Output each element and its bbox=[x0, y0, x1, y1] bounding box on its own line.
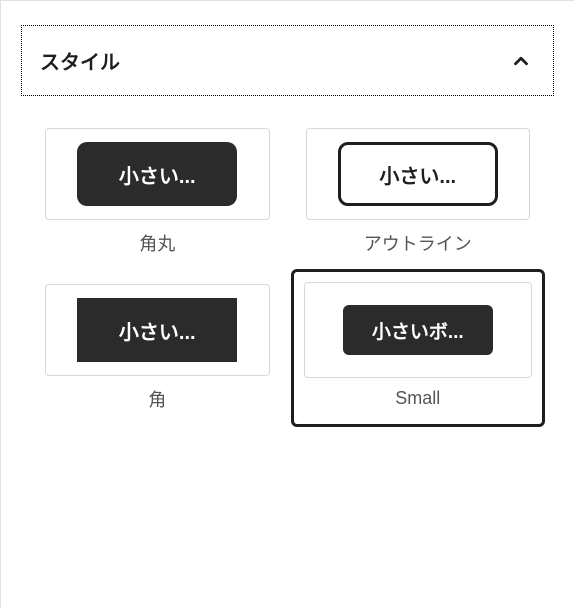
style-option-outline[interactable]: 小さい... アウトライン bbox=[302, 124, 535, 260]
style-options-grid: 小さい... 角丸 小さい... アウトライン 小さい... 角 小さいボ...… bbox=[1, 96, 574, 436]
chevron-up-icon bbox=[507, 47, 535, 75]
style-option-label: 角 bbox=[148, 386, 166, 412]
style-option-square[interactable]: 小さい... 角 bbox=[41, 280, 274, 416]
style-option-rounded[interactable]: 小さい... 角丸 bbox=[41, 124, 274, 260]
style-preview: 小さいボ... bbox=[304, 282, 533, 378]
panel-title: スタイル bbox=[40, 46, 120, 75]
style-option-small[interactable]: 小さいボ... Small bbox=[291, 269, 546, 427]
preview-button: 小さい... bbox=[77, 142, 237, 206]
preview-button: 小さいボ... bbox=[343, 305, 493, 355]
style-preview: 小さい... bbox=[45, 284, 270, 376]
style-preview: 小さい... bbox=[306, 128, 531, 220]
preview-button: 小さい... bbox=[77, 298, 237, 362]
style-option-label: Small bbox=[395, 388, 440, 409]
style-option-label: アウトライン bbox=[364, 230, 472, 256]
style-preview: 小さい... bbox=[45, 128, 270, 220]
style-panel-header[interactable]: スタイル bbox=[21, 25, 554, 96]
preview-button: 小さい... bbox=[338, 142, 498, 206]
style-option-label: 角丸 bbox=[139, 230, 175, 256]
